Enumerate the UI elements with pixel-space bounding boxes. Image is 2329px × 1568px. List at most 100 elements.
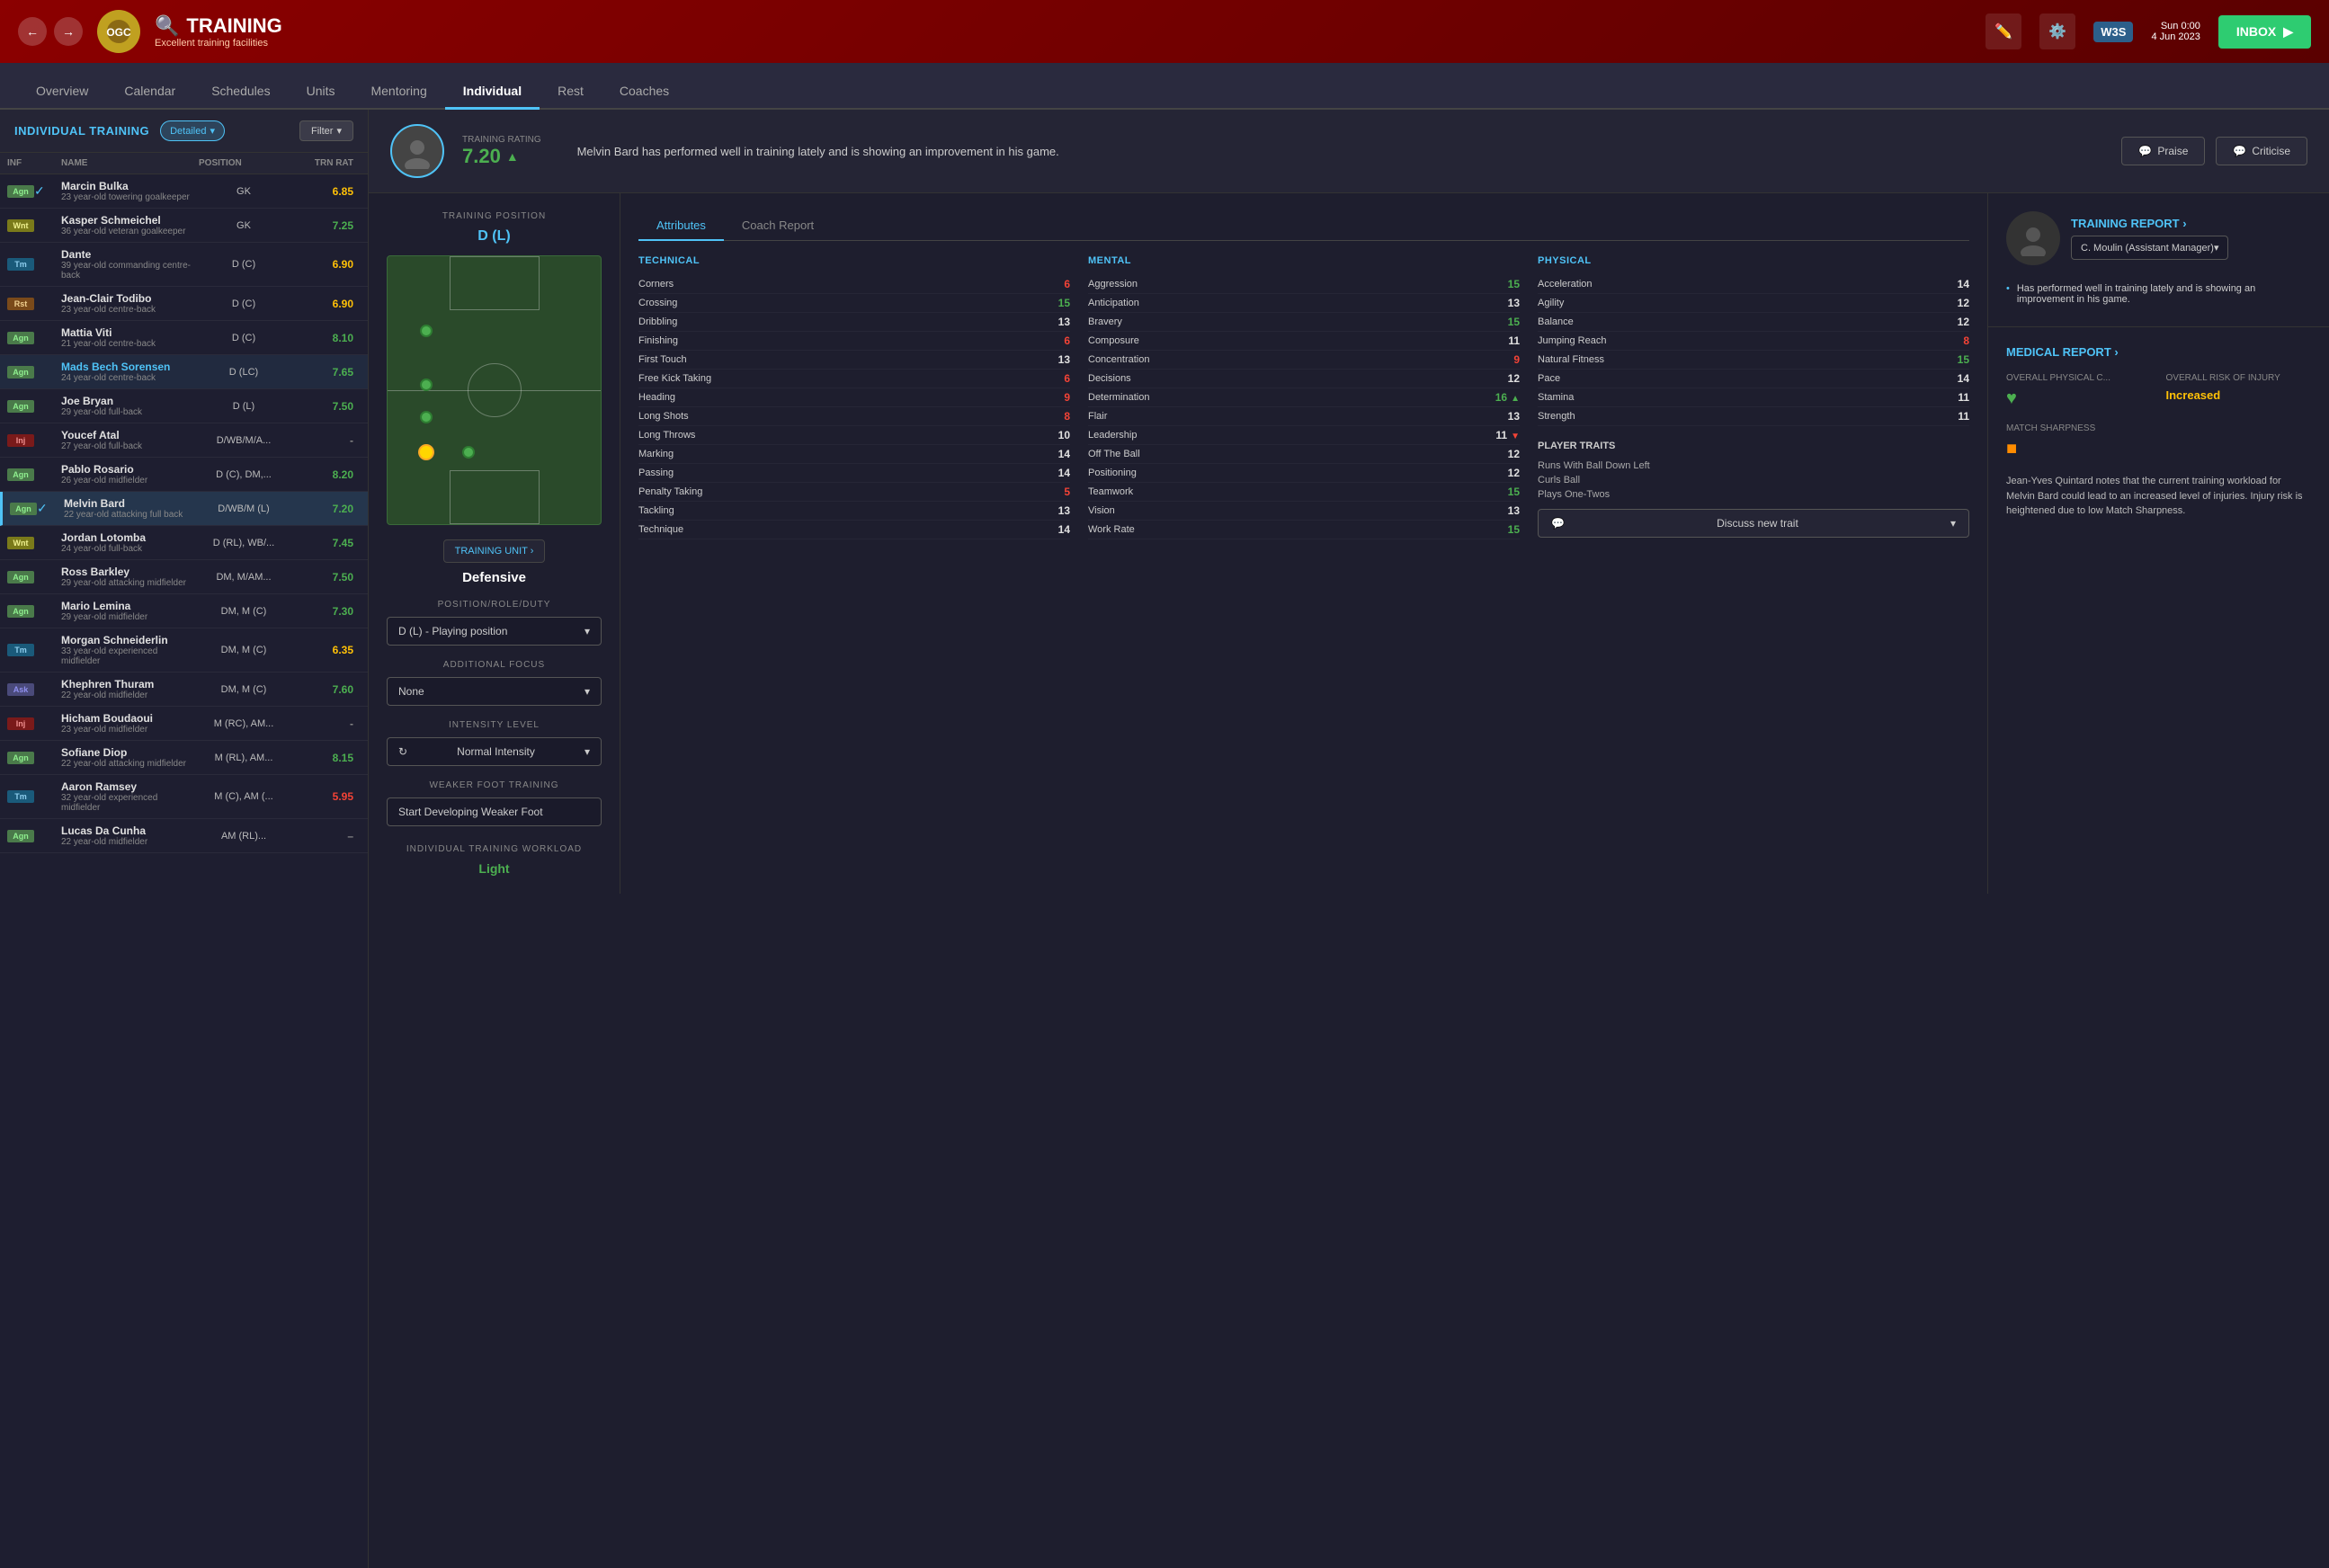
additional-focus-dropdown[interactable]: None ▾ (387, 677, 602, 706)
training-unit-button[interactable]: TRAINING UNIT › (443, 539, 546, 563)
attr-row: Off The Ball 12 (1088, 445, 1520, 464)
player-row[interactable]: Tm Dante 39 year-old commanding centre-b… (0, 243, 368, 287)
match-sharpness-label: MATCH SHARPNESS (2006, 423, 2311, 433)
left-panel: INDIVIDUAL TRAINING Detailed ▾ Filter ▾ … (0, 110, 369, 1568)
player-row[interactable]: Agn Mattia Viti 21 year-old centre-back … (0, 321, 368, 355)
physical-condition-block: OVERALL PHYSICAL C... ♥ (2006, 373, 2152, 409)
position-role-dropdown[interactable]: D (L) - Playing position ▾ (387, 617, 602, 646)
player-desc: 33 year-old experienced midfielder (61, 646, 199, 666)
player-row[interactable]: Agn Lucas Da Cunha 22 year-old midfielde… (0, 819, 368, 853)
tab-individual[interactable]: Individual (445, 75, 540, 110)
discuss-trait-button[interactable]: 💬 Discuss new trait ▾ (1538, 509, 1969, 538)
player-row[interactable]: Ask Khephren Thuram 22 year-old midfield… (0, 673, 368, 707)
weaker-foot-dropdown[interactable]: Start Developing Weaker Foot (387, 797, 602, 826)
coach-name: C. Moulin (Assistant Manager) (2081, 243, 2214, 254)
player-row[interactable]: Wnt Kasper Schmeichel 36 year-old vetera… (0, 209, 368, 243)
settings-button[interactable]: ⚙️ (2039, 13, 2075, 49)
attr-name: Flair (1088, 411, 1107, 422)
tab-rest[interactable]: Rest (540, 75, 602, 110)
player-row[interactable]: Agn Sofiane Diop 22 year-old attacking m… (0, 741, 368, 775)
status-badge: Wnt (7, 219, 34, 232)
date-block: Sun 0:00 4 Jun 2023 (2151, 21, 2200, 42)
tab-calendar[interactable]: Calendar (106, 75, 193, 110)
player-info: Mario Lemina 29 year-old midfielder (61, 600, 199, 622)
physical-header: PHYSICAL (1538, 255, 1969, 266)
medical-grid: OVERALL PHYSICAL C... ♥ OVERALL RISK OF … (2006, 373, 2311, 409)
player-row[interactable]: Agn Mario Lemina 29 year-old midfielder … (0, 594, 368, 628)
attr-row: Concentration 9 (1088, 351, 1520, 370)
attr-name: Stamina (1538, 392, 1574, 403)
detailed-button[interactable]: Detailed ▾ (160, 120, 225, 141)
attr-name: Composure (1088, 335, 1139, 346)
coach-dropdown[interactable]: C. Moulin (Assistant Manager) ▾ (2071, 236, 2228, 260)
player-dot-3 (420, 411, 433, 423)
tab-attributes[interactable]: Attributes (638, 211, 724, 241)
player-row[interactable]: Agn Mads Bech Sorensen 24 year-old centr… (0, 355, 368, 389)
player-row[interactable]: Agn Ross Barkley 29 year-old attacking m… (0, 560, 368, 594)
status-badge: Agn (7, 332, 34, 344)
attr-row: Teamwork 15 (1088, 483, 1520, 502)
player-row[interactable]: Inj Youcef Atal 27 year-old full-back D/… (0, 423, 368, 458)
mental-attrs: Aggression 15 Anticipation 13 Bravery 15… (1088, 275, 1520, 539)
tab-overview[interactable]: Overview (18, 75, 106, 110)
tab-coach-report[interactable]: Coach Report (724, 211, 832, 241)
back-button[interactable]: ← (18, 17, 47, 46)
edit-button[interactable]: ✏️ (1985, 13, 2021, 49)
player-row[interactable]: Rst Jean-Clair Todibo 23 year-old centre… (0, 287, 368, 321)
player-row[interactable]: Wnt Jordan Lotomba 24 year-old full-back… (0, 526, 368, 560)
tab-units[interactable]: Units (289, 75, 353, 110)
inbox-button[interactable]: INBOX ▶ (2218, 15, 2311, 49)
medical-report-section: MEDICAL REPORT › OVERALL PHYSICAL C... ♥… (1988, 327, 2329, 894)
attr-value: 6 (1048, 334, 1070, 347)
attr-row: Jumping Reach 8 (1538, 332, 1969, 351)
attr-name: Balance (1538, 316, 1574, 327)
player-desc: 23 year-old centre-back (61, 305, 199, 315)
player-name: Mattia Viti (61, 326, 199, 339)
player-position: GK (199, 186, 289, 197)
player-rating: - (289, 717, 361, 730)
tab-coaches[interactable]: Coaches (602, 75, 687, 110)
player-row[interactable]: Agn ✓ Marcin Bulka 23 year-old towering … (0, 174, 368, 209)
col-inf: INF (7, 158, 34, 168)
training-report-title[interactable]: TRAINING REPORT › (2071, 217, 2228, 230)
player-desc: 29 year-old attacking midfielder (61, 578, 199, 588)
tab-schedules[interactable]: Schedules (193, 75, 288, 110)
tab-mentoring[interactable]: Mentoring (352, 75, 444, 110)
attr-value: 11▼ (1495, 429, 1520, 441)
attr-value: 12 (1948, 297, 1969, 309)
player-row[interactable]: Agn ✓ Melvin Bard 22 year-old attacking … (0, 492, 368, 526)
physical-attrs: Acceleration 14 Agility 12 Balance 12 Ju… (1538, 275, 1969, 426)
filter-button[interactable]: Filter ▾ (299, 120, 353, 141)
player-info: Mads Bech Sorensen 24 year-old centre-ba… (61, 361, 199, 383)
attr-name: Strength (1538, 411, 1575, 422)
report-text: Has performed well in training lately an… (2017, 283, 2311, 305)
attr-row: Penalty Taking 5 (638, 483, 1070, 502)
player-position: D (C), DM,... (199, 469, 289, 480)
player-position: DM, M/AM... (199, 572, 289, 583)
praise-button[interactable]: 💬 Praise (2121, 137, 2205, 165)
attr-value: 13 (1048, 353, 1070, 366)
player-position: D (L) (199, 401, 289, 412)
weaker-foot-value: Start Developing Weaker Foot (398, 806, 543, 818)
medical-report-title[interactable]: MEDICAL REPORT › (2006, 345, 2311, 359)
position-role-label: POSITION/ROLE/DUTY (387, 600, 602, 610)
player-row[interactable]: Agn Pablo Rosario 26 year-old midfielder… (0, 458, 368, 492)
arrow-down-icon: ▼ (1511, 432, 1520, 441)
player-name: Joe Bryan (61, 395, 199, 407)
attr-name: Crossing (638, 298, 677, 308)
player-row[interactable]: Agn Joe Bryan 29 year-old full-back D (L… (0, 389, 368, 423)
intensity-level-dropdown[interactable]: ↻ Normal Intensity ▾ (387, 737, 602, 766)
forward-button[interactable]: → (54, 17, 83, 46)
status-badge: Inj (7, 717, 34, 730)
player-row[interactable]: Inj Hicham Boudaoui 23 year-old midfield… (0, 707, 368, 741)
training-report-section: TRAINING REPORT › C. Moulin (Assistant M… (1988, 193, 2329, 327)
criticise-button[interactable]: 💬 Criticise (2216, 137, 2307, 165)
player-rating: 8.20 (289, 468, 361, 481)
player-row[interactable]: Tm Morgan Schneiderlin 33 year-old exper… (0, 628, 368, 673)
bullet-icon: • (2006, 283, 2010, 305)
report-title-block: TRAINING REPORT › C. Moulin (Assistant M… (2071, 217, 2228, 260)
player-desc: 24 year-old full-back (61, 544, 199, 554)
attr-row: Anticipation 13 (1088, 294, 1520, 313)
player-row[interactable]: Tm Aaron Ramsey 32 year-old experienced … (0, 775, 368, 819)
player-name: Kasper Schmeichel (61, 214, 199, 227)
